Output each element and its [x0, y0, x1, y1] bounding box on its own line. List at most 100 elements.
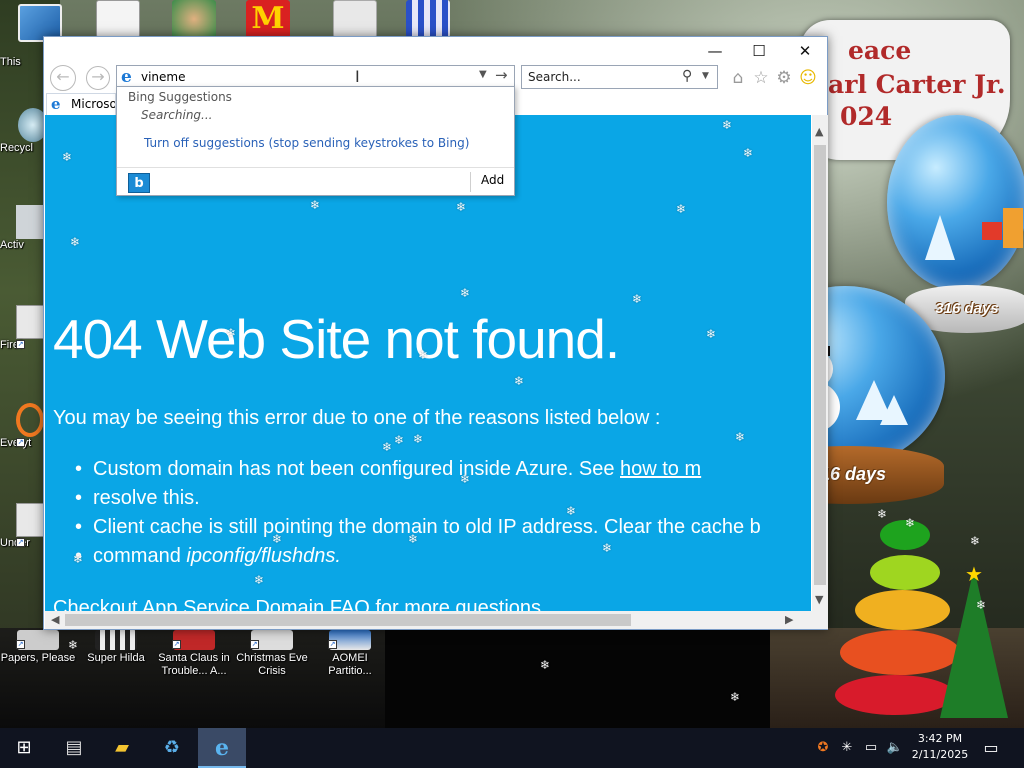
- gift-icon: [982, 222, 1002, 240]
- snowflake-icon: ❄: [722, 118, 733, 132]
- clock-date: 2/11/2025: [911, 748, 969, 761]
- card-line-2: arl Carter Jr.: [828, 70, 1006, 99]
- desktop-icon-this-pc[interactable]: This: [0, 48, 44, 68]
- taskbar-notepad[interactable]: ▤: [50, 728, 98, 768]
- desktop-icon-christmas-eve-crisis[interactable]: Christmas Eve Crisis: [234, 630, 310, 678]
- taskbar-recycle-bin[interactable]: ♻: [148, 728, 196, 768]
- vertical-scrollbar[interactable]: ▲ ▼: [812, 115, 828, 611]
- tray-app-icon[interactable]: ✪: [814, 738, 832, 758]
- snowflake-icon: ❄: [905, 516, 916, 530]
- internet-explorer-icon: e: [215, 735, 229, 761]
- how-to-link[interactable]: how to m: [620, 458, 701, 480]
- snowflake-icon: ❄: [456, 200, 467, 214]
- suggestions-dropdown: Bing Suggestions Searching... Turn off s…: [116, 86, 515, 196]
- binary-file-icon: [16, 503, 44, 537]
- dropdown-arrow-icon[interactable]: ▼: [479, 69, 487, 80]
- snowflake-icon: ❄: [460, 472, 471, 486]
- gift-icon: [1003, 208, 1023, 248]
- network-icon[interactable]: ▭: [862, 738, 880, 758]
- desktop-icon-label: This: [0, 56, 21, 68]
- shortcut-arrow-icon: ↗: [250, 640, 259, 649]
- desktop-icon-recycle-bin[interactable]: Recycl: [0, 108, 44, 154]
- document-icon: ▤: [65, 737, 83, 758]
- desktop-icon-label: Super Hilda: [87, 652, 145, 664]
- christmas-tree-icon: [940, 568, 1008, 718]
- reason-item-continued: command ipconfig/flushdns.: [75, 542, 811, 571]
- snowflake-icon: ❄: [706, 327, 717, 341]
- search-dropdown-icon[interactable]: ▼: [702, 71, 709, 81]
- windows-logo-icon: ⊞: [16, 737, 32, 758]
- error-title: 404 Web Site not found.: [53, 308, 620, 370]
- recycle-bin-icon: [18, 108, 44, 142]
- search-icon[interactable]: ⚲: [682, 68, 692, 84]
- footer-divider: [470, 172, 471, 192]
- search-box[interactable]: ⚲ ▼: [521, 65, 718, 89]
- shortcut-arrow-icon: ↗: [16, 538, 25, 547]
- scroll-right-icon[interactable]: ▶: [785, 613, 793, 626]
- desktop-icon-activ[interactable]: Activ: [0, 205, 44, 251]
- add-provider-button[interactable]: Add: [481, 173, 504, 187]
- bing-icon[interactable]: b: [128, 173, 150, 193]
- tab-microsoft[interactable]: e Microsof: [46, 93, 116, 115]
- tray-snowflake-icon[interactable]: ✳: [838, 738, 856, 758]
- snowflake-icon: ❄: [418, 348, 429, 362]
- snowflake-icon: ❄: [73, 552, 84, 566]
- horizontal-scroll-thumb[interactable]: [65, 614, 631, 626]
- taskbar-internet-explorer[interactable]: e: [198, 728, 246, 768]
- address-input[interactable]: [141, 68, 461, 86]
- spiral-tree-ring: [870, 555, 940, 590]
- snowflake-icon: ❄: [68, 638, 79, 652]
- scroll-up-icon[interactable]: ▲: [815, 125, 823, 138]
- card-line-1: eace: [848, 36, 912, 65]
- minimize-button[interactable]: —: [692, 37, 738, 65]
- snowflake-icon: ❄: [540, 658, 551, 672]
- reason-text: Custom domain has not been configured in…: [93, 458, 620, 480]
- notifications-icon[interactable]: ▭: [982, 738, 1000, 758]
- ie-tab-icon: e: [51, 95, 61, 113]
- snowflake-icon: ❄: [408, 532, 419, 546]
- forward-arrow-icon: →: [91, 67, 105, 86]
- feedback-smiley-icon[interactable]: ☺: [798, 68, 818, 88]
- desktop-icon-aomei[interactable]: AOMEI Partitio...: [312, 630, 388, 678]
- desktop-icon-santa-claus[interactable]: Santa Claus in Trouble... A...: [156, 630, 232, 678]
- go-arrow-icon[interactable]: →: [495, 66, 508, 84]
- snowflake-icon: ❄: [632, 292, 643, 306]
- horizontal-scrollbar[interactable]: ◀ ▶: [45, 611, 828, 629]
- back-button[interactable]: ←: [50, 65, 76, 91]
- desktop-icon-super-hilda[interactable]: Super Hilda: [78, 630, 154, 665]
- snowflake-icon: ❄: [676, 202, 687, 216]
- vertical-scroll-thumb[interactable]: [814, 145, 826, 585]
- game-shortcut-icon[interactable]: [96, 0, 140, 38]
- mcdonalds-icon[interactable]: M: [246, 0, 290, 38]
- grid-game-icon[interactable]: [406, 0, 450, 38]
- taskbar: ⊞ ▤ ▰ ♻ e ✪ ✳ ▭ 🔈 3:42 PM 2/11/2025 ▭: [0, 728, 1024, 768]
- favorites-star-icon[interactable]: ☆: [751, 68, 771, 88]
- forward-button[interactable]: →: [86, 66, 110, 90]
- snowflake-icon: ❄: [226, 326, 237, 340]
- home-icon[interactable]: ⌂: [728, 68, 748, 88]
- scroll-left-icon[interactable]: ◀: [51, 613, 59, 626]
- scroll-down-icon[interactable]: ▼: [815, 593, 823, 606]
- turn-off-suggestions-link[interactable]: Turn off suggestions (stop sending keyst…: [144, 136, 469, 150]
- desktop-icon-papers-please[interactable]: Papers, Please: [0, 630, 76, 665]
- snowflake-icon: ❄: [460, 286, 471, 300]
- shortcut-arrow-icon: ↗: [172, 640, 181, 649]
- title-bar[interactable]: — ☐ ✕: [44, 37, 827, 65]
- desktop-wallpaper-figure: [385, 628, 770, 728]
- desktop-icon-label: Santa Claus in Trouble... A...: [158, 652, 230, 677]
- clock-time: 3:42 PM: [917, 732, 963, 745]
- desktop-icon-label: Recycl: [0, 142, 34, 154]
- folder-icon: ▰: [115, 737, 129, 758]
- game-character-icon[interactable]: [172, 0, 216, 38]
- close-button[interactable]: ✕: [782, 37, 828, 65]
- file-icon[interactable]: [333, 0, 377, 38]
- settings-gear-icon[interactable]: ⚙: [774, 68, 794, 88]
- snowflake-icon: ❄: [310, 198, 321, 212]
- start-button[interactable]: ⊞: [0, 728, 48, 768]
- taskbar-file-explorer[interactable]: ▰: [98, 728, 146, 768]
- system-clock[interactable]: 3:42 PM 2/11/2025: [900, 731, 980, 763]
- suggestions-status: Searching...: [141, 108, 213, 122]
- search-input[interactable]: [528, 69, 678, 85]
- suggestions-footer: b Add: [117, 167, 514, 195]
- maximize-button[interactable]: ☐: [736, 37, 782, 65]
